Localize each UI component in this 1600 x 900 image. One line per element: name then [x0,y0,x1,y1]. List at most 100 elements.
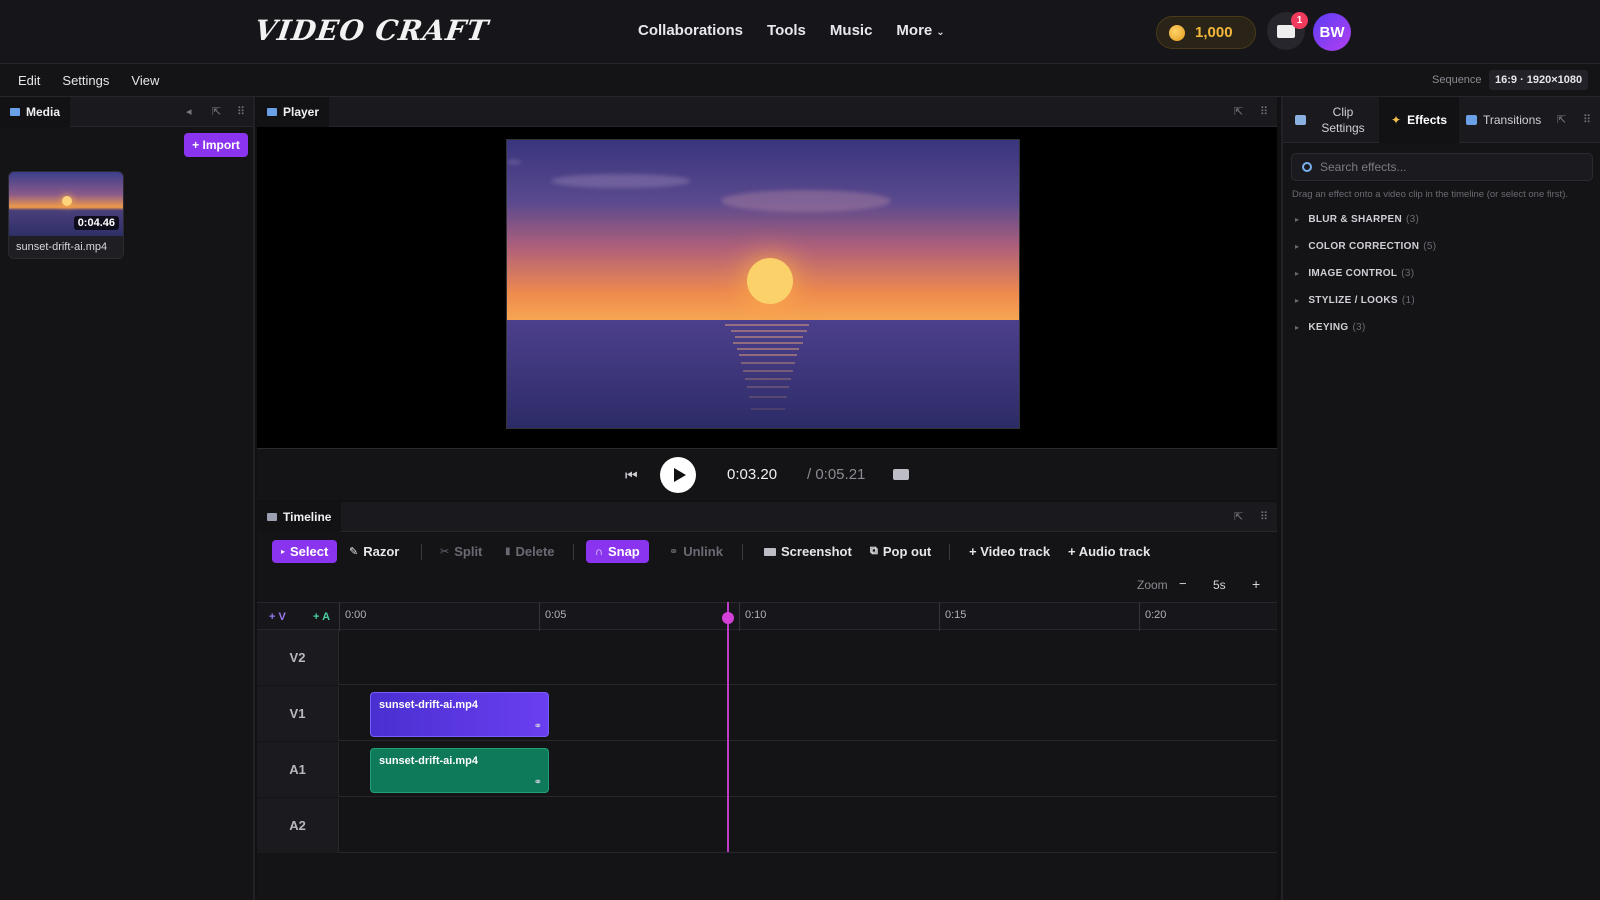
drag-handle-icon[interactable]: ⠿ [1583,113,1591,126]
chevron-right-icon: ▸ [1295,323,1300,332]
drag-handle-icon[interactable]: ⠿ [1260,105,1268,118]
tab-transitions[interactable]: Transitions [1466,97,1541,143]
menu-view[interactable]: View [131,73,159,88]
select-tool-button[interactable]: ▸ Select [272,540,338,563]
track-header[interactable]: A2 [257,798,339,853]
skip-back-icon[interactable]: ⏮ [625,467,638,484]
envelope-icon [1277,24,1295,38]
video-clip[interactable]: sunset-drift-ai.mp4 ⚭ [370,692,549,737]
drag-handle-icon[interactable]: ⠿ [1260,510,1268,523]
pop-out-icon[interactable]: ⇱ [212,105,221,118]
media-item[interactable]: 0:04.46 sunset-drift-ai.mp4 [8,171,124,259]
menu-bar: Edit Settings View Sequence 16:9 · 1920×… [0,64,1600,97]
pop-out-icon[interactable]: ⇱ [1557,113,1566,126]
razor-tool-button[interactable]: ✎ Razor [349,540,399,563]
tab-media[interactable]: Media [0,97,71,127]
nav-more[interactable]: More ⌄ [896,22,944,39]
reflection-line [739,354,797,356]
category-stylize-looks[interactable]: ▸ STYLIZE / LOOKS (1) [1295,295,1415,306]
tab-player-label: Player [283,105,320,119]
category-keying[interactable]: ▸ KEYING (3) [1295,322,1366,333]
tab-effects[interactable]: ✦ Effects [1379,97,1460,143]
zoom-in-button[interactable]: + [1252,576,1260,592]
menu-settings[interactable]: Settings [62,73,109,88]
unlink-button[interactable]: ⚭ Unlink [669,540,723,563]
ruler-label: 0:15 [945,609,967,621]
zoom-value: 5s [1213,578,1226,592]
ruler-label: 0:00 [345,609,367,621]
track-a2[interactable]: A2 [257,798,1277,853]
coin-balance[interactable]: 1,000 [1156,16,1256,49]
avatar[interactable]: BW [1313,13,1351,51]
add-video-track-button[interactable]: + Video track [969,540,1050,563]
reflection-line [733,342,803,344]
snap-label: Snap [607,544,640,559]
track-header[interactable]: V2 [257,630,339,685]
play-icon [673,468,686,482]
tab-clip-settings[interactable]: Clip Settings [1295,97,1368,143]
timeline-icon [267,513,277,521]
category-blur-sharpen[interactable]: ▸ BLUR & SHARPEN (3) [1295,214,1419,225]
drag-handle-icon[interactable]: ⠿ [237,105,245,118]
media-panel-header: Media ◂ ⇱ ⠿ [0,97,253,127]
category-name: STYLIZE / LOOKS [1308,295,1398,306]
pop-out-button[interactable]: ⧉ Pop out [870,540,931,563]
split-label: Split [454,544,483,559]
media-panel: Media ◂ ⇱ ⠿ + Import 0:04.46 sunset-drif… [0,97,255,900]
track-header[interactable]: V1 [257,686,339,741]
ruler-tick [1139,603,1140,631]
app-logo[interactable]: VIDEO CRAFT [253,14,491,47]
clip-label: sunset-drift-ai.mp4 [379,755,479,767]
toolbar-divider [421,544,422,560]
toolbar-divider [949,544,950,560]
delete-button[interactable]: ▮ Delete [505,540,555,563]
cloud-shape [507,160,521,164]
camera-icon[interactable] [893,469,909,480]
add-video-track-shortcut[interactable]: + V [269,611,286,623]
snap-toggle[interactable]: ∩ Snap [586,540,649,563]
time-ruler[interactable]: + V + A 0:00 0:05 0:10 0:15 0:20 [257,602,1277,631]
video-preview[interactable] [506,139,1020,429]
import-button[interactable]: + Import [184,133,248,157]
pop-out-icon[interactable]: ⇱ [1234,510,1243,523]
zoom-out-button[interactable]: − [1179,576,1187,591]
playhead[interactable] [727,602,729,852]
inspector-panel: Clip Settings ✦ Effects Transitions ⇱ ⠿ … [1281,97,1600,900]
sequence-format[interactable]: 16:9 · 1920×1080 [1489,70,1589,90]
screenshot-button[interactable]: Screenshot [764,540,852,563]
ruler-label: 0:05 [545,609,567,621]
transitions-icon [1466,115,1477,125]
category-count: (3) [1352,322,1366,333]
play-button[interactable] [660,457,696,493]
track-v1[interactable]: V1 sunset-drift-ai.mp4 ⚭ [257,686,1277,741]
link-icon: ⚭ [533,721,542,732]
nav-tools[interactable]: Tools [767,22,806,39]
nav-music[interactable]: Music [830,22,873,39]
tab-media-label: Media [26,105,61,119]
add-audio-track-shortcut[interactable]: + A [313,611,330,623]
collapse-icon[interactable]: ◂ [186,105,192,118]
sequence-label: Sequence [1432,74,1482,86]
track-a1[interactable]: A1 sunset-drift-ai.mp4 ⚭ [257,742,1277,797]
tab-timeline[interactable]: Timeline [257,502,342,532]
ruler-label: 0:20 [1145,609,1167,621]
audio-clip[interactable]: sunset-drift-ai.mp4 ⚭ [370,748,549,793]
category-color-correction[interactable]: ▸ COLOR CORRECTION (5) [1295,241,1436,252]
chevron-down-icon: ⌄ [936,27,945,38]
category-image-control[interactable]: ▸ IMAGE CONTROL (3) [1295,268,1414,279]
tab-timeline-label: Timeline [283,510,332,524]
split-button[interactable]: ✂ Split [440,540,482,563]
nav-collaborations[interactable]: Collaborations [638,22,743,39]
toolbar-divider [742,544,743,560]
menu-edit[interactable]: Edit [18,73,40,88]
current-time: 0:03.20 [727,466,778,483]
pop-out-icon[interactable]: ⇱ [1234,105,1243,118]
inbox-button[interactable]: 1 [1267,12,1308,50]
add-audio-track-button[interactable]: + Audio track [1068,540,1150,563]
playhead-handle[interactable] [722,612,734,624]
effects-search[interactable]: Search effects... [1291,153,1593,181]
camera-icon [764,547,776,556]
track-header[interactable]: A1 [257,742,339,797]
tab-player[interactable]: Player [257,97,330,127]
track-v2[interactable]: V2 [257,630,1277,685]
